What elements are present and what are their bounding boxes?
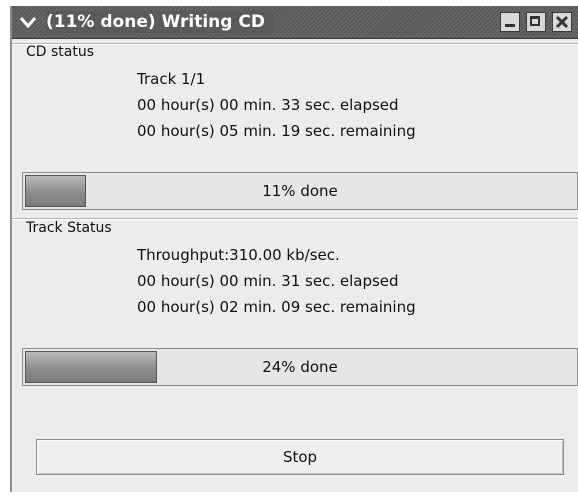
cd-progress-text: 11% done (262, 182, 338, 200)
track-progress-bar: 24% done (22, 348, 578, 386)
divider (12, 43, 578, 45)
cd-track-text: Track 1/1 (137, 70, 206, 88)
title-bar[interactable]: (11% done) Writing CD (12, 6, 578, 39)
cd-remaining-text: 00 hour(s) 05 min. 19 sec. remaining (137, 122, 416, 140)
track-status-label: Track Status (26, 220, 112, 236)
chevron-down-icon[interactable] (18, 12, 38, 32)
close-icon[interactable] (552, 12, 572, 32)
track-progress-text: 24% done (262, 358, 338, 376)
window-title: (11% done) Writing CD (46, 11, 273, 33)
cd-elapsed-text: 00 hour(s) 00 min. 33 sec. elapsed (137, 96, 399, 114)
maximize-icon[interactable] (526, 12, 546, 32)
writing-cd-window: (11% done) Writing CD CD status Track 1/… (10, 6, 578, 492)
cd-progress-bar: 11% done (22, 172, 578, 210)
dialog-content: CD status Track 1/1 00 hour(s) 00 min. 3… (12, 39, 578, 492)
minimize-icon[interactable] (500, 12, 520, 32)
cd-status-label: CD status (26, 44, 95, 60)
track-throughput-text: Throughput:310.00 kb/sec. (137, 246, 340, 264)
track-remaining-text: 00 hour(s) 02 min. 09 sec. remaining (137, 298, 416, 316)
track-elapsed-text: 00 hour(s) 00 min. 31 sec. elapsed (137, 272, 399, 290)
stop-button[interactable]: Stop (36, 439, 564, 475)
